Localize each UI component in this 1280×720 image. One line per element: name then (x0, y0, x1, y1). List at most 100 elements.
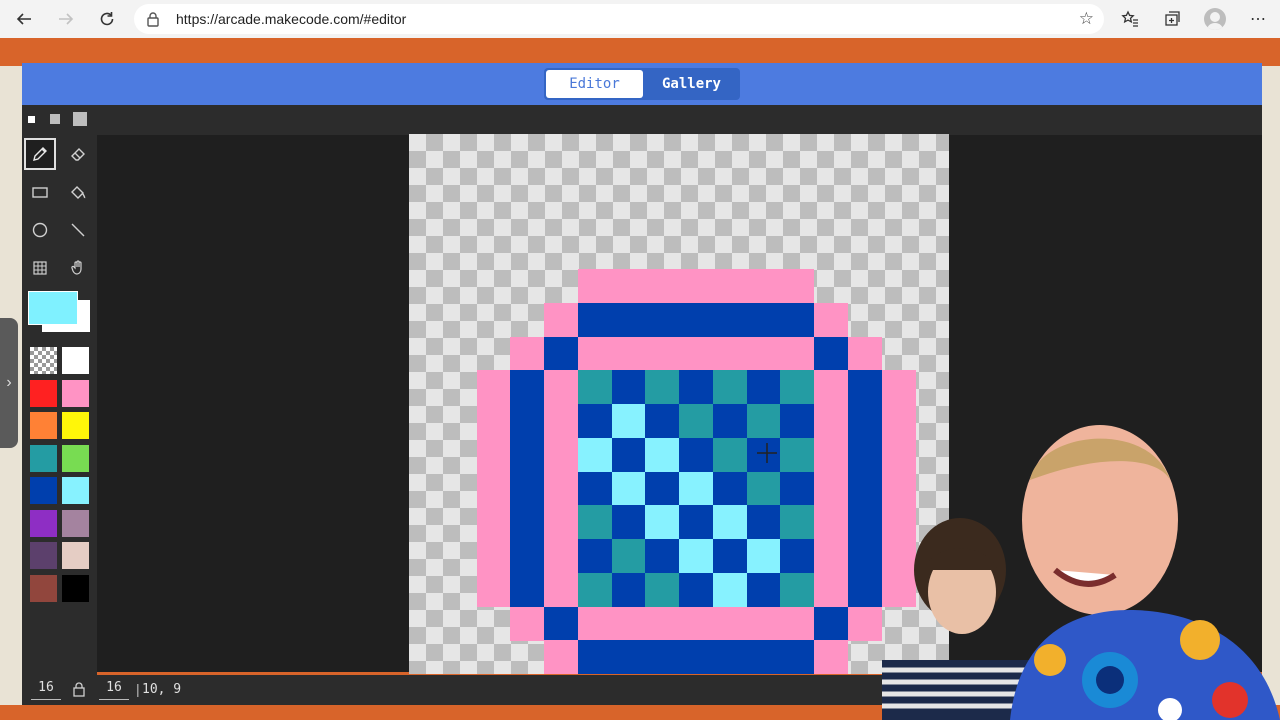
pixel[interactable] (746, 505, 781, 540)
pixel[interactable] (544, 505, 578, 540)
pixel[interactable] (780, 505, 815, 540)
chevron-right-icon[interactable]: › (0, 318, 18, 448)
pixel[interactable] (645, 505, 680, 540)
pixel[interactable] (679, 404, 713, 438)
pixel[interactable] (476, 370, 511, 405)
pixel[interactable] (679, 640, 713, 675)
tab-editor[interactable]: Editor (546, 70, 643, 98)
pixel[interactable] (611, 269, 646, 303)
pixel[interactable] (814, 606, 848, 641)
pixel[interactable] (746, 302, 781, 337)
pencil-tool-icon[interactable] (24, 138, 56, 170)
pixel[interactable] (746, 640, 781, 675)
pixel[interactable] (847, 572, 882, 607)
pixel[interactable] (577, 539, 612, 573)
height-field[interactable]: 16 (99, 679, 129, 700)
palette-swatch[interactable] (30, 574, 57, 602)
pixel[interactable] (814, 302, 848, 337)
pixel[interactable] (476, 572, 511, 607)
pixel[interactable] (847, 437, 882, 472)
pixel[interactable] (611, 370, 646, 405)
pixel[interactable] (510, 572, 545, 607)
marquee-tool-icon[interactable] (26, 254, 54, 282)
pixel[interactable] (645, 269, 680, 303)
pixel[interactable] (577, 370, 612, 405)
line-tool-icon[interactable] (64, 216, 92, 244)
pixel[interactable] (611, 505, 646, 540)
pixel[interactable] (577, 404, 612, 438)
pixel[interactable] (814, 572, 848, 607)
pixel[interactable] (645, 404, 680, 438)
tab-gallery[interactable]: Gallery (645, 70, 738, 98)
pixel[interactable] (814, 640, 848, 675)
pixel[interactable] (645, 437, 680, 472)
pixel[interactable] (712, 302, 747, 337)
pixel[interactable] (679, 336, 713, 371)
pixel[interactable] (544, 302, 578, 337)
pixel[interactable] (510, 606, 545, 641)
more-options-icon[interactable]: ⋯ (1246, 7, 1270, 31)
pixel[interactable] (577, 269, 612, 303)
pixel[interactable] (577, 437, 612, 472)
pixel[interactable] (611, 336, 646, 371)
pixel[interactable] (577, 505, 612, 540)
pixel[interactable] (814, 336, 848, 371)
pixel[interactable] (780, 370, 815, 405)
palette-swatch[interactable] (30, 542, 57, 569)
palette-swatch[interactable] (62, 379, 89, 407)
palette-swatch[interactable] (62, 542, 89, 569)
pixel[interactable] (847, 471, 882, 506)
palette-swatch[interactable] (62, 477, 89, 504)
pixel[interactable] (510, 437, 545, 472)
reload-icon[interactable] (95, 7, 119, 31)
pixel[interactable] (814, 539, 848, 573)
pixel[interactable] (476, 539, 511, 573)
pixel[interactable] (611, 471, 646, 506)
pixel[interactable] (577, 572, 612, 607)
pixel[interactable] (544, 606, 578, 641)
pixel[interactable] (577, 336, 612, 371)
pixel[interactable] (746, 539, 781, 573)
pixel[interactable] (712, 505, 747, 540)
palette-swatch[interactable] (30, 477, 57, 504)
fill-bucket-tool-icon[interactable] (64, 178, 92, 206)
pixel[interactable] (611, 572, 646, 607)
pixel[interactable] (510, 505, 545, 540)
pixel[interactable] (645, 572, 680, 607)
pixel[interactable] (679, 370, 713, 405)
pixel[interactable] (780, 640, 815, 675)
profile-avatar-icon[interactable] (1204, 8, 1226, 30)
pixel[interactable] (712, 269, 747, 303)
pixel[interactable] (510, 471, 545, 506)
pixel[interactable] (712, 572, 747, 607)
pixel[interactable] (510, 404, 545, 438)
pixel[interactable] (679, 302, 713, 337)
pixel[interactable] (780, 471, 815, 506)
pixel[interactable] (746, 606, 781, 641)
pixel[interactable] (814, 505, 848, 540)
pixel[interactable] (712, 471, 747, 506)
pixel[interactable] (645, 640, 680, 675)
pixel[interactable] (679, 437, 713, 472)
pixel[interactable] (476, 505, 511, 540)
pixel[interactable] (476, 404, 511, 438)
pixel[interactable] (544, 640, 578, 675)
palette-swatch[interactable] (62, 574, 89, 602)
pixel[interactable] (746, 336, 781, 371)
pixel[interactable] (746, 370, 781, 405)
rectangle-tool-icon[interactable] (26, 178, 54, 206)
pixel[interactable] (679, 471, 713, 506)
palette-swatch[interactable] (62, 347, 89, 374)
brush-size-medium[interactable] (50, 114, 60, 124)
pixel[interactable] (780, 539, 815, 573)
back-arrow-icon[interactable] (12, 7, 36, 31)
pixel[interactable] (679, 572, 713, 607)
pixel[interactable] (780, 437, 815, 472)
pixel[interactable] (712, 606, 747, 641)
pixel[interactable] (510, 370, 545, 405)
pixel[interactable] (510, 539, 545, 573)
pixel[interactable] (679, 269, 713, 303)
pixel[interactable] (476, 471, 511, 506)
pixel[interactable] (544, 539, 578, 573)
pan-hand-tool-icon[interactable] (64, 254, 92, 282)
